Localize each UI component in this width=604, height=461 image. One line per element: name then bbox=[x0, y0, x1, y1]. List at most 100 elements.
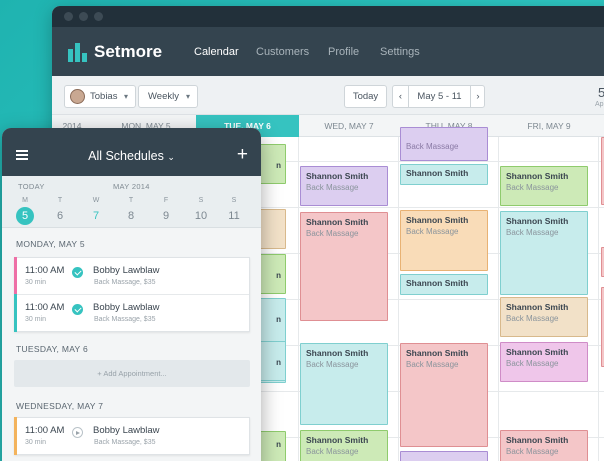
appointment-block[interactable]: Shannon Smith bbox=[400, 164, 488, 185]
brand-name: Setmore bbox=[94, 42, 163, 61]
appointment-block[interactable]: Shannon Smith Back Massage bbox=[500, 166, 588, 206]
appointment-block[interactable] bbox=[400, 451, 488, 461]
client-name: Shannon Smith bbox=[406, 168, 469, 178]
client-name: Shannon Smith bbox=[506, 216, 569, 226]
schedule-title: All Schedules bbox=[88, 149, 164, 163]
appointment-block[interactable]: Back Massage bbox=[400, 127, 488, 161]
date-8[interactable]: 8 bbox=[122, 207, 140, 225]
day-section-heading: MONDAY, MAY 5 bbox=[16, 239, 85, 249]
appointment-block[interactable]: Shannon Smith Back Massage bbox=[300, 212, 388, 321]
service-name: Back Massage bbox=[306, 447, 359, 456]
add-icon[interactable]: + bbox=[237, 144, 248, 166]
chevron-down-icon: ▾ bbox=[186, 92, 191, 101]
client-name: Shannon Smith bbox=[506, 347, 569, 357]
window-dot[interactable] bbox=[79, 12, 88, 21]
service-name: Back Massage bbox=[406, 142, 459, 151]
appointment-block[interactable]: Shannon Smith Back Massage bbox=[500, 297, 588, 337]
weekday-initial: S bbox=[231, 197, 237, 204]
date-9[interactable]: 9 bbox=[157, 207, 175, 225]
appointment-block[interactable]: Shannon Smith Back Massage bbox=[500, 211, 588, 295]
client-name: Shannon Smith bbox=[406, 348, 469, 358]
client-name: Shannon Smith bbox=[306, 171, 369, 181]
setmore-logo-icon bbox=[68, 43, 87, 62]
appointment-count-label: Ap bbox=[595, 101, 604, 108]
appointment-block[interactable]: Shannon Smith Back Massage bbox=[300, 343, 388, 425]
service-name: Back Massage bbox=[306, 229, 359, 238]
today-button[interactable]: Today bbox=[344, 85, 387, 108]
day-header[interactable]: WED, MAY 7 bbox=[299, 115, 399, 137]
service-name: Back Massage, $35 bbox=[94, 316, 156, 323]
date-10[interactable]: 10 bbox=[192, 207, 210, 225]
service-name: Back Massage bbox=[506, 228, 559, 237]
appointment-row[interactable]: 11:00 AM 30 min Bobby Lawblaw Back Massa… bbox=[15, 295, 249, 332]
view-select[interactable]: Weekly ▾ bbox=[138, 85, 198, 108]
chevron-right-icon[interactable]: › bbox=[470, 86, 485, 107]
client-name: Bobby Lawblaw bbox=[93, 265, 160, 276]
appointment-block[interactable]: Shannon Smith Back Massage bbox=[400, 343, 488, 447]
nav-customers[interactable]: Customers bbox=[256, 46, 309, 58]
check-icon[interactable] bbox=[72, 267, 83, 278]
appointment-block[interactable]: Shannon Smith Back Massage bbox=[300, 166, 388, 206]
service-name: Back Massage bbox=[406, 360, 459, 369]
chevron-left-icon[interactable]: ‹ bbox=[393, 86, 409, 107]
add-appointment-button[interactable]: + Add Appointment... bbox=[14, 360, 250, 387]
window-dot[interactable] bbox=[64, 12, 73, 21]
staff-avatar bbox=[70, 89, 85, 104]
appointment-block[interactable]: Shannon Smith bbox=[400, 274, 488, 295]
play-icon[interactable] bbox=[72, 427, 83, 438]
appointment-block[interactable]: Shannon Smith Back Massage bbox=[500, 342, 588, 382]
appointment-time: 11:00 AM bbox=[25, 425, 65, 436]
weekday-initial: T bbox=[128, 197, 134, 204]
client-name: Bobby Lawblaw bbox=[93, 302, 160, 313]
client-name: Shannon Smith bbox=[306, 217, 369, 227]
date-range-label: May 5 - 11 bbox=[417, 91, 462, 102]
date-11[interactable]: 11 bbox=[225, 207, 243, 225]
appointment-time: 11:00 AM bbox=[25, 302, 65, 313]
staff-color-bar bbox=[14, 294, 17, 332]
service-name: Back Massage bbox=[406, 227, 459, 236]
mobile-header: All Schedules ⌄ + bbox=[2, 128, 261, 176]
window-titlebar bbox=[52, 6, 604, 27]
client-name: Shannon Smith bbox=[406, 215, 469, 225]
appointment-block[interactable]: Shannon Smith Back Massage bbox=[300, 430, 388, 461]
service-name: Back Massage bbox=[506, 183, 559, 192]
appointment-block[interactable]: Shannon Smith Back Massage bbox=[400, 210, 488, 271]
client-name: Shannon Smith bbox=[306, 348, 369, 358]
window-dot[interactable] bbox=[94, 12, 103, 21]
staff-select[interactable]: Tobias ▾ bbox=[64, 85, 136, 108]
service-name: Back Massage bbox=[506, 447, 559, 456]
nav-profile[interactable]: Profile bbox=[328, 46, 359, 58]
client-name: Shannon Smith bbox=[406, 278, 469, 288]
service-name: Back Massage, $35 bbox=[94, 439, 156, 446]
nav-settings[interactable]: Settings bbox=[380, 46, 420, 58]
appointment-duration: 30 min bbox=[25, 316, 47, 323]
appointment-card: 11:00 AM 30 min Bobby Lawblaw Back Massa… bbox=[14, 257, 250, 332]
weekday-initial: S bbox=[198, 197, 204, 204]
appointment-row[interactable]: 11:00 AM 30 min Bobby Lawblaw Back Massa… bbox=[15, 418, 249, 455]
day-section-heading: TUESDAY, MAY 6 bbox=[16, 344, 89, 354]
appointment-time: 11:00 AM bbox=[25, 265, 65, 276]
date-7[interactable]: 7 bbox=[87, 207, 105, 225]
weekday-initial: F bbox=[163, 197, 169, 204]
day-header[interactable]: FRI, MAY 9 bbox=[499, 115, 599, 137]
schedule-selector[interactable]: All Schedules ⌄ bbox=[2, 149, 261, 163]
service-name: Back Massage bbox=[306, 360, 359, 369]
weekday-initial: W bbox=[92, 197, 100, 204]
chevron-down-icon: ▾ bbox=[124, 92, 129, 101]
nav-calendar[interactable]: Calendar bbox=[194, 46, 239, 58]
appointment-row[interactable]: 11:00 AM 30 min Bobby Lawblaw Back Massa… bbox=[15, 258, 249, 295]
service-name: Back Massage bbox=[506, 314, 559, 323]
client-name: Shannon Smith bbox=[306, 435, 369, 445]
date-6[interactable]: 6 bbox=[51, 207, 69, 225]
appointment-card: 11:00 AM 30 min Bobby Lawblaw Back Massa… bbox=[14, 417, 250, 455]
client-name: Shannon Smith bbox=[506, 302, 569, 312]
service-name: Back Massage, $35 bbox=[94, 279, 156, 286]
appointment-duration: 30 min bbox=[25, 439, 47, 446]
appointment-block[interactable]: Shannon Smith Back Massage bbox=[500, 430, 588, 461]
check-icon[interactable] bbox=[72, 304, 83, 315]
service-name: Back Massage bbox=[306, 183, 359, 192]
service-name: Back Massage bbox=[506, 359, 559, 368]
date-5[interactable]: 5 bbox=[16, 207, 34, 225]
top-navbar: Setmore Calendar Customers Profile Setti… bbox=[52, 27, 604, 76]
date-range-nav: ‹ May 5 - 11 › bbox=[392, 85, 485, 108]
